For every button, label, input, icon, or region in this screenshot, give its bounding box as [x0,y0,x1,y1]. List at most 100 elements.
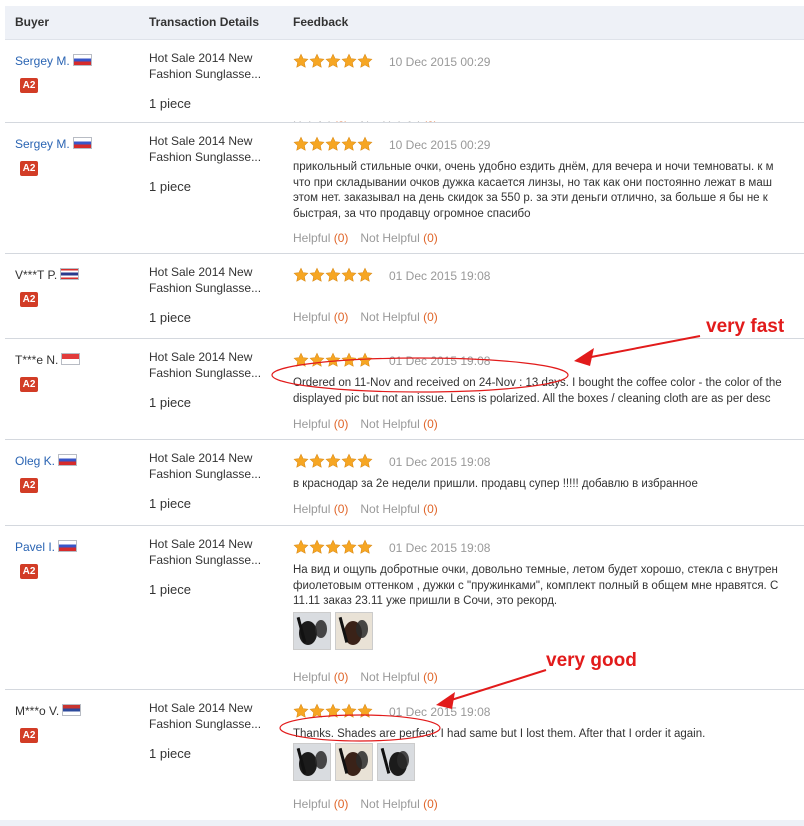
star-icon [309,136,325,151]
star-icon [293,453,309,468]
review-text: прикольный стильные очки, очень удобно е… [293,160,804,222]
product-title[interactable]: Hot Sale 2014 New Fashion Sunglasse... [149,264,269,296]
review-text: На вид и ощупь добротные очки, довольно … [293,563,804,610]
helpful-count: (0) [333,231,349,245]
product-title-line2[interactable]: Fashion Sunglasse... [149,716,269,732]
helpful-link[interactable]: Helpful (0) [293,502,348,516]
product-title-line2[interactable]: Fashion Sunglasse... [149,552,269,568]
review-photo-thumbnail[interactable] [335,743,373,781]
review-photo-thumbnail[interactable] [293,743,331,781]
helpful-link[interactable]: Helpful (0) [293,310,348,324]
star-rating [293,267,373,285]
review-text-line: Ordered on 11-Nov and received on 24-Nov… [293,377,782,389]
quantity: 1 piece [149,496,191,511]
buyer-name-text[interactable]: Sergey M. [15,54,70,68]
review-date: 10 Dec 2015 00:29 [389,55,491,69]
product-title-line2[interactable]: Fashion Sunglasse... [149,280,269,296]
header-buyer: Buyer [15,15,50,29]
buyer-level-badge: A2 [20,292,38,307]
not-helpful-label[interactable]: Not Helpful [360,670,419,684]
sunglasses-photo-icon [294,613,330,649]
buyer-name-text[interactable]: Oleg K. [15,454,55,468]
product-title-line1[interactable]: Hot Sale 2014 New [149,450,269,466]
star-icon [325,53,341,68]
product-title-line1[interactable]: Hot Sale 2014 New [149,264,269,280]
helpful-label[interactable]: Helpful [293,231,330,245]
product-title[interactable]: Hot Sale 2014 New Fashion Sunglasse... [149,450,269,482]
buyer-name-text: V***T P. [15,268,58,282]
buyer-name-text[interactable]: Pavel I. [15,540,55,554]
product-title-line2[interactable]: Fashion Sunglasse... [149,365,269,381]
not-helpful-label[interactable]: Not Helpful [360,797,419,811]
country-flag-icon [62,704,82,716]
not-helpful-link[interactable]: Not Helpful (0) [360,231,437,245]
review-text-line: фиолетовым оттенком , дужки с "пружинкам… [293,579,779,592]
not-helpful-label[interactable]: Not Helpful [360,502,419,516]
not-helpful-label[interactable]: Not Helpful [360,231,419,245]
product-title-line1[interactable]: Hot Sale 2014 New [149,700,269,716]
review-photo-thumbnail[interactable] [377,743,415,781]
star-icon [325,453,341,468]
buyer-name-text[interactable]: Sergey M. [15,137,70,151]
star-icon [357,453,373,468]
helpful-count: (0) [333,502,349,516]
buyer-level-badge: A2 [20,564,38,579]
table-row: Sergey M. A2 Hot Sale 2014 New Fashion Sung… [5,123,804,254]
buyer-name[interactable]: Oleg K. [15,454,78,468]
product-title-line1[interactable]: Hot Sale 2014 New [149,133,269,149]
helpful-label[interactable]: Helpful [293,310,330,324]
product-title[interactable]: Hot Sale 2014 New Fashion Sunglasse... [149,700,269,732]
product-title-line2[interactable]: Fashion Sunglasse... [149,466,269,482]
not-helpful-label[interactable]: Not Helpful [360,417,419,431]
star-icon [357,136,373,151]
product-title-line1[interactable]: Hot Sale 2014 New [149,536,269,552]
star-icon [357,703,373,718]
not-helpful-link[interactable]: Not Helpful (0) [360,502,437,516]
not-helpful-count: (0) [423,502,438,516]
review-photos [293,612,377,653]
buyer-name[interactable]: Pavel I. [15,540,78,554]
star-icon [293,53,309,68]
not-helpful-count: (0) [423,670,438,684]
not-helpful-label[interactable]: Not Helpful [360,310,419,324]
helpful-count: (0) [333,310,349,324]
review-photo-thumbnail[interactable] [293,612,331,650]
product-title-line1[interactable]: Hot Sale 2014 New [149,349,269,365]
product-title-line2[interactable]: Fashion Sunglasse... [149,66,269,82]
helpful-link[interactable]: Helpful (0) [293,797,348,811]
helpful-label[interactable]: Helpful [293,502,330,516]
not-helpful-link[interactable]: Not Helpful (0) [360,670,437,684]
helpful-link[interactable]: Helpful (0) [293,417,348,431]
product-title[interactable]: Hot Sale 2014 New Fashion Sunglasse... [149,349,269,381]
quantity: 1 piece [149,582,191,597]
helpful-label[interactable]: Helpful [293,797,330,811]
star-rating [293,53,373,71]
star-icon [293,703,309,718]
product-title[interactable]: Hot Sale 2014 New Fashion Sunglasse... [149,536,269,568]
not-helpful-link[interactable]: Not Helpful (0) [360,310,437,324]
review-photo-thumbnail[interactable] [335,612,373,650]
buyer-name-text: M***o V. [15,704,60,718]
buyer-name[interactable]: Sergey M. [15,54,92,68]
quantity: 1 piece [149,395,191,410]
star-icon [341,453,357,468]
star-icon [325,539,341,554]
annotation-very-fast: very fast [706,316,785,337]
helpful-link[interactable]: Helpful (0) [293,231,348,245]
not-helpful-link[interactable]: Not Helpful (0) [360,417,437,431]
buyer-name-text: T***e N. [15,353,59,367]
header-transaction-details: Transaction Details [149,15,260,29]
star-icon [341,539,357,554]
helpful-label[interactable]: Helpful [293,670,330,684]
not-helpful-link[interactable]: Not Helpful (0) [360,797,437,811]
helpful-label[interactable]: Helpful [293,417,330,431]
helpful-votes: Helpful (0)Not Helpful (0) [293,502,438,516]
product-title[interactable]: Hot Sale 2014 New Fashion Sunglasse... [149,133,269,165]
table-footer-band [0,820,804,826]
product-title-line2[interactable]: Fashion Sunglasse... [149,149,269,165]
product-title[interactable]: Hot Sale 2014 New Fashion Sunglasse... [149,50,269,82]
sunglasses-photo-icon [378,744,414,780]
helpful-link[interactable]: Helpful (0) [293,670,348,684]
product-title-line1[interactable]: Hot Sale 2014 New [149,50,269,66]
buyer-name[interactable]: Sergey M. [15,137,92,151]
